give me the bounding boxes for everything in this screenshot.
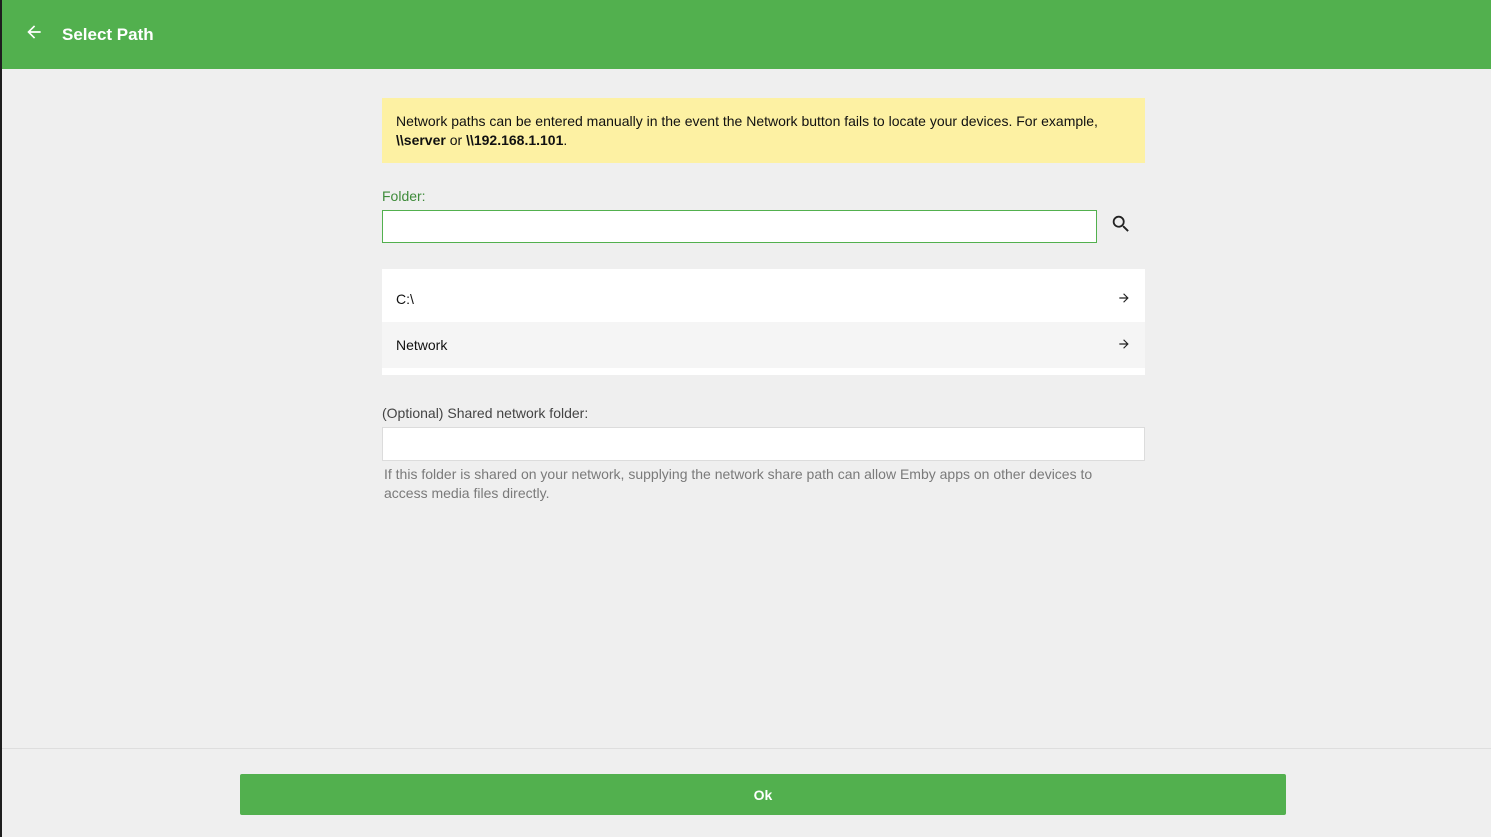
back-button[interactable] [17, 18, 51, 52]
shared-folder-label: (Optional) Shared network folder: [382, 405, 589, 421]
arrow-left-icon [24, 22, 44, 47]
ok-button[interactable]: Ok [240, 774, 1286, 815]
shared-folder-helper: If this folder is shared on your network… [384, 466, 1093, 501]
notice-example-ip: \\192.168.1.101 [466, 132, 564, 148]
shared-folder-input[interactable] [382, 427, 1145, 461]
main-content: Network paths can be entered manually in… [382, 98, 1145, 503]
app-header: Select Path [2, 0, 1491, 69]
folder-input[interactable] [382, 209, 1097, 243]
notice-connector: or [449, 132, 463, 148]
notice-text: Network paths can be entered manually in… [396, 113, 1098, 129]
directory-item-network[interactable]: Network [382, 322, 1145, 368]
folder-label: Folder: [382, 188, 426, 204]
arrow-right-icon [1117, 291, 1131, 308]
folder-search-button[interactable] [1104, 209, 1138, 243]
directory-label: Network [396, 337, 448, 353]
footer-divider [2, 748, 1491, 749]
network-notice: Network paths can be entered manually in… [382, 98, 1145, 163]
notice-end: . [563, 132, 568, 148]
folder-row [382, 209, 1145, 243]
search-icon [1110, 213, 1132, 240]
notice-example-server: \\server [396, 132, 446, 148]
page-title: Select Path [62, 24, 154, 44]
window-frame-edge [0, 0, 2, 837]
directory-list: C:\ Network [382, 269, 1145, 375]
arrow-right-icon [1117, 337, 1131, 354]
directory-item-c-drive[interactable]: C:\ [382, 276, 1145, 322]
directory-label: C:\ [396, 291, 414, 307]
